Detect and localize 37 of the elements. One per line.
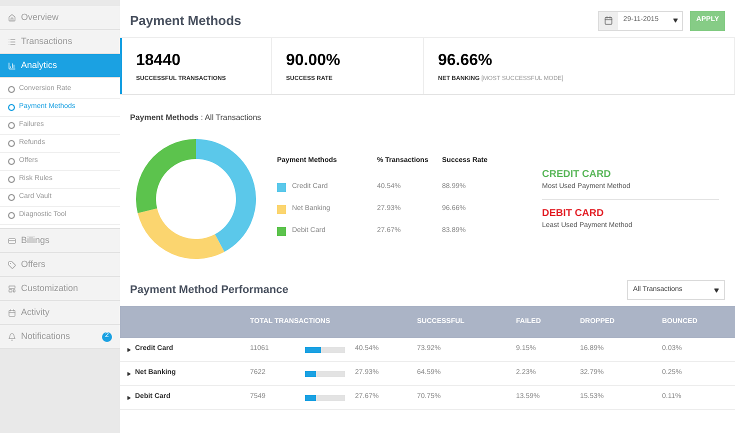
circle-icon [8, 122, 15, 129]
caret-icon [127, 348, 131, 352]
circle-icon [8, 104, 15, 111]
circle-icon [8, 158, 15, 165]
bell-icon [8, 332, 16, 340]
stat-value: 18440 [136, 50, 182, 70]
sidebar-item[interactable]: Offers [0, 253, 120, 277]
section-title: Payment Methods : All Transactions [130, 113, 262, 122]
circle-icon [8, 140, 15, 147]
section-title: Payment Method Performance [130, 282, 290, 298]
sidebar-item[interactable]: Transactions [0, 30, 120, 54]
sidebar-item[interactable]: Activity [0, 301, 120, 325]
stat-value: 96.66% [438, 50, 494, 70]
sidebar-item[interactable]: Analytics [0, 54, 120, 78]
card-icon [8, 236, 16, 244]
calendar-icon [8, 308, 16, 316]
circle-icon [8, 194, 15, 201]
stat-value: 90.00% [286, 50, 342, 70]
sidebar-item[interactable]: Customization [0, 277, 120, 301]
sidebar-item[interactable]: Billings [0, 229, 120, 253]
circle-icon [8, 176, 15, 183]
caret-icon [714, 288, 719, 292]
highlight-title: DEBIT CARD [542, 206, 605, 220]
sidebar-item[interactable]: Overview [0, 6, 120, 30]
list-icon [8, 38, 16, 46]
highlight-title: CREDIT CARD [542, 168, 612, 182]
page-title: Payment Methods [130, 12, 242, 30]
calendar-icon [604, 16, 614, 25]
home-icon [8, 14, 16, 22]
bar-chart-icon [8, 62, 16, 70]
circle-icon [8, 212, 15, 219]
circle-icon [8, 86, 15, 93]
tag-icon [8, 260, 16, 268]
caret-icon [673, 18, 678, 23]
layout-icon [8, 284, 16, 292]
caret-icon [127, 372, 131, 376]
caret-icon [127, 396, 131, 400]
